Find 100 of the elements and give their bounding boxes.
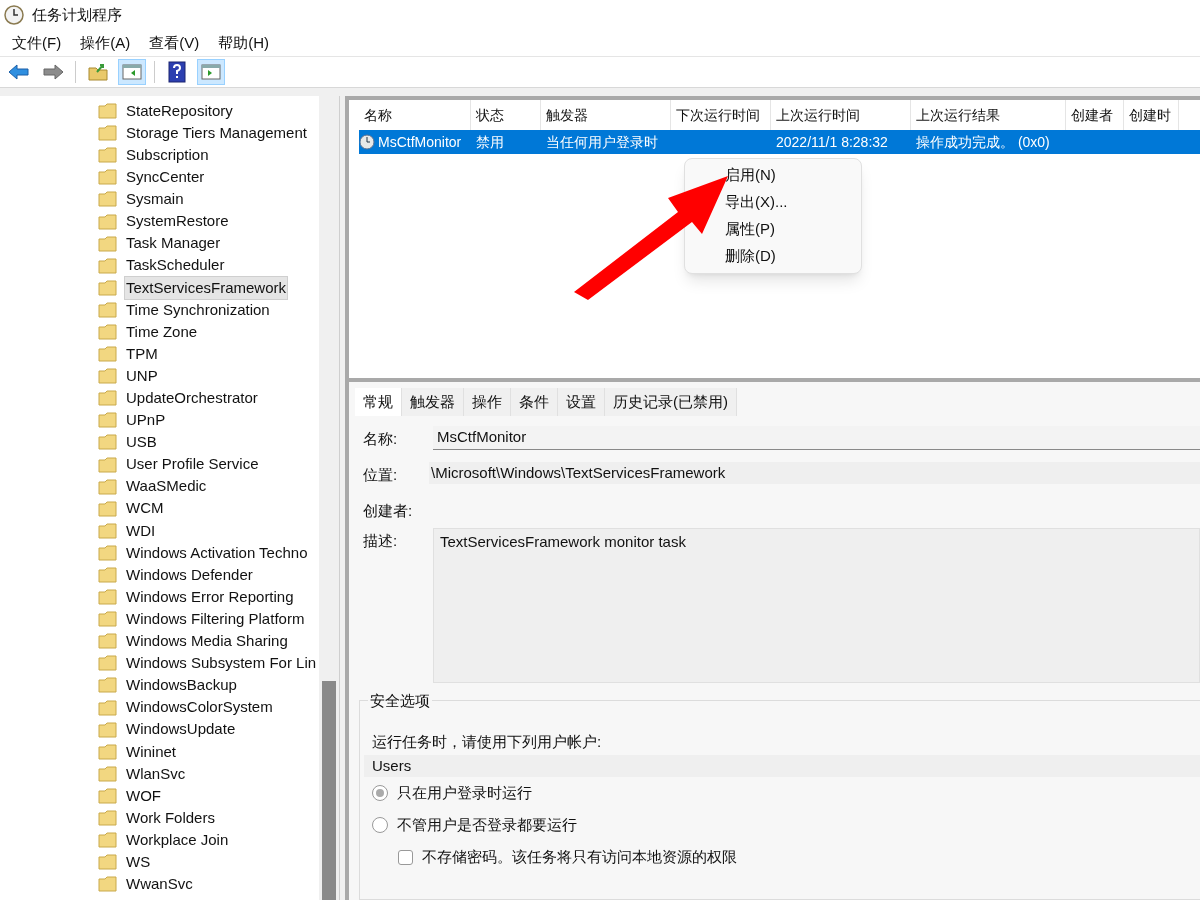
tree-item[interactable]: StateRepository xyxy=(125,99,234,123)
tab[interactable]: 设置 xyxy=(558,388,605,416)
radio-button[interactable] xyxy=(372,817,388,833)
folder-icon xyxy=(98,611,117,628)
folder-icon xyxy=(98,279,117,296)
tree-item[interactable]: Windows Media Sharing xyxy=(125,630,289,653)
menu-item[interactable]: 查看(V) xyxy=(149,31,200,55)
scrollbar-thumb[interactable] xyxy=(322,681,336,900)
menu-item[interactable]: 导出(X)... xyxy=(725,189,857,216)
tree-item[interactable]: Time Zone xyxy=(125,320,199,344)
folder-icon xyxy=(98,522,117,539)
folder-icon xyxy=(98,191,117,208)
table-cell-text: MsCtfMonitor xyxy=(378,132,462,152)
field-label: 描述: xyxy=(363,531,399,551)
tree-item[interactable]: SyncCenter xyxy=(125,166,206,189)
tree-item[interactable]: WwanSvc xyxy=(125,873,194,896)
radio-button[interactable] xyxy=(372,785,388,801)
tree-item[interactable]: UNP xyxy=(125,364,159,388)
tree-item[interactable]: WOF xyxy=(125,784,162,808)
folder-icon xyxy=(98,721,117,738)
folder-icon xyxy=(98,478,117,495)
folder-icon xyxy=(98,390,117,407)
tree-item[interactable]: WCM xyxy=(125,497,165,520)
tree-item[interactable]: WindowsUpdate xyxy=(125,718,237,741)
tree-item[interactable]: Storage Tiers Management xyxy=(125,121,308,145)
table-row[interactable]: MsCtfMonitor 禁用 当任何用户登录时 2022/11/1 8:28:32 操作成功完成。 (0x0) xyxy=(359,130,1200,154)
name-field[interactable]: MsCtfMonitor xyxy=(433,426,1200,450)
option-label: 不存储密码。该任务将只有访问本地资源的权限 xyxy=(422,846,737,867)
folder-icon xyxy=(98,854,117,871)
menu-item[interactable]: 启用(N) xyxy=(725,162,857,189)
pane-button[interactable] xyxy=(197,59,225,85)
tab[interactable]: 历史记录(已禁用) xyxy=(605,388,737,416)
tree-item[interactable]: WindowsBackup xyxy=(125,674,238,697)
tree-item[interactable]: Windows Filtering Platform xyxy=(125,607,306,631)
pane-button[interactable] xyxy=(118,59,146,85)
field-label: 创建者: xyxy=(363,501,414,521)
folder-icon xyxy=(98,633,117,650)
account-field[interactable]: Users xyxy=(364,755,1200,777)
folder-icon xyxy=(98,125,117,142)
tree-item[interactable]: Sysmain xyxy=(125,188,185,211)
menu-item[interactable]: 文件(F) xyxy=(12,31,62,55)
folder-icon xyxy=(98,810,117,827)
tree-item[interactable]: Windows Subsystem For Lin xyxy=(125,652,318,675)
menu-item[interactable]: 操作(A) xyxy=(80,31,131,55)
folder-icon xyxy=(98,677,117,694)
tree-item[interactable]: SystemRestore xyxy=(125,210,230,233)
folder-icon xyxy=(98,434,117,451)
tree-item[interactable]: WindowsColorSystem xyxy=(125,696,274,719)
table-cell-text: 2022/11/1 8:28:32 xyxy=(776,132,888,152)
folder-icon xyxy=(98,567,117,583)
folder-icon xyxy=(98,301,117,318)
folder-icon xyxy=(98,500,117,517)
table-cell-text: 禁用 xyxy=(476,132,504,152)
tree-item[interactable]: UPnP xyxy=(125,409,167,432)
location-field[interactable]: \Microsoft\Windows\TextServicesFramework xyxy=(429,462,1200,484)
folder-icon xyxy=(98,456,117,473)
description-field[interactable]: TextServicesFramework monitor task xyxy=(433,528,1200,683)
field-label: 位置: xyxy=(363,465,399,485)
tree-item[interactable]: UpdateOrchestrator xyxy=(125,387,259,410)
clock-icon xyxy=(359,134,375,150)
menu-item[interactable]: 删除(D) xyxy=(725,243,857,270)
table-cell-text: 当任何用户登录时 xyxy=(546,132,658,152)
clock-icon xyxy=(4,5,24,25)
tree-item[interactable]: TPM xyxy=(125,342,159,366)
tree-item[interactable]: Time Synchronization xyxy=(125,298,271,322)
menu-item[interactable]: 帮助(H) xyxy=(218,31,269,55)
tree-item[interactable]: Work Folders xyxy=(125,806,216,830)
folder-icon xyxy=(98,103,117,120)
folder-icon xyxy=(98,787,117,804)
tree-item[interactable]: TaskScheduler xyxy=(125,254,226,277)
folder-icon xyxy=(98,412,117,429)
tree-item[interactable]: WlanSvc xyxy=(125,762,187,786)
tree-item[interactable]: Windows Error Reporting xyxy=(125,585,295,609)
tree-item[interactable]: Wininet xyxy=(125,740,178,763)
folder-icon xyxy=(98,147,117,164)
tree-item[interactable]: WS xyxy=(125,851,152,874)
tab[interactable]: 常规 xyxy=(355,388,402,416)
tree-item[interactable]: Subscription xyxy=(125,144,210,167)
folder-icon xyxy=(98,655,117,672)
tree-item[interactable]: Windows Defender xyxy=(125,563,254,587)
tree-item[interactable]: TextServicesFramework xyxy=(125,276,288,300)
folder-icon xyxy=(98,544,117,561)
menu-item[interactable]: 属性(P) xyxy=(725,216,857,243)
tree-item[interactable]: User Profile Service xyxy=(125,453,260,476)
tab[interactable]: 条件 xyxy=(511,388,558,416)
tree-item[interactable]: WDI xyxy=(125,519,157,543)
folder-icon xyxy=(98,765,117,782)
field-label: 运行任务时，请使用下列用户帐户: xyxy=(372,732,603,752)
folder-icon xyxy=(98,324,117,340)
tree-item[interactable]: USB xyxy=(125,431,158,454)
tab[interactable]: 操作 xyxy=(464,388,511,416)
folder-icon xyxy=(98,699,117,716)
checkbox[interactable] xyxy=(398,849,413,865)
tree-item[interactable]: Windows Activation Techno xyxy=(125,541,309,565)
tree-item[interactable]: Task Manager xyxy=(125,232,222,255)
table-cell-text: 操作成功完成。 (0x0) xyxy=(916,132,1050,152)
scrollbar[interactable] xyxy=(319,96,339,900)
tab[interactable]: 触发器 xyxy=(402,388,464,416)
tree-item[interactable]: WaaSMedic xyxy=(125,475,208,498)
tree-item[interactable]: Workplace Join xyxy=(125,828,230,852)
